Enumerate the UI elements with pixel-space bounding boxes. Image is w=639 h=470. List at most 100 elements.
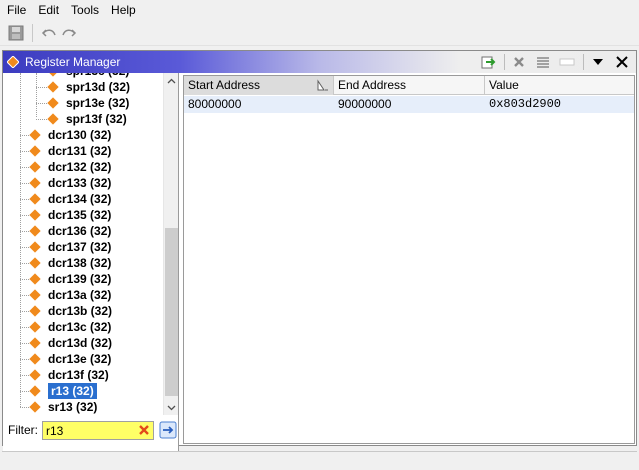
tree-connector <box>36 87 47 88</box>
minimize-icon <box>559 58 575 66</box>
tree-item[interactable]: sr13 (32) <box>29 399 98 415</box>
column-end-address[interactable]: End Address <box>334 76 485 95</box>
panel-header: Register Manager <box>3 51 636 73</box>
tree-connector <box>20 199 29 200</box>
menu-edit[interactable]: Edit <box>33 0 66 20</box>
close-button[interactable] <box>612 52 632 72</box>
register-tree[interactable]: spr13c (32)spr13d (32)spr13e (32)spr13f … <box>3 73 163 415</box>
export-icon <box>481 56 496 69</box>
tree-item-label: sr13 (32) <box>48 400 98 414</box>
column-start-address[interactable]: Start Address <box>184 76 334 95</box>
tree-item[interactable]: r13 (32) <box>29 383 97 399</box>
tree-connector <box>20 343 29 344</box>
header-separator <box>504 54 505 70</box>
register-icon <box>29 225 41 237</box>
list-button[interactable] <box>533 52 553 72</box>
tree-item-label: dcr135 (32) <box>48 208 112 222</box>
register-icon <box>29 129 41 141</box>
tree-item-label: spr13f (32) <box>66 112 127 126</box>
tree-connector <box>20 279 29 280</box>
undo-button[interactable] <box>39 23 59 43</box>
tree-item-label: dcr13e (32) <box>48 352 112 366</box>
tree-item[interactable]: dcr139 (32) <box>29 271 112 287</box>
menu-file[interactable]: File <box>2 0 33 20</box>
sort-icon <box>317 79 328 91</box>
table-header: Start Address End Address Value <box>184 76 634 95</box>
register-icon <box>29 257 41 269</box>
tree-item[interactable]: dcr132 (32) <box>29 159 112 175</box>
minimize-button[interactable] <box>557 52 577 72</box>
column-label: Start Address <box>188 78 261 92</box>
tree-connector <box>36 103 47 104</box>
scroll-down-button[interactable] <box>164 400 179 415</box>
main-toolbar <box>0 20 639 46</box>
tree-connector <box>20 247 29 248</box>
scroll-up-button[interactable] <box>164 73 179 88</box>
tree-scrollbar[interactable] <box>163 73 178 415</box>
tree-item[interactable]: dcr130 (32) <box>29 127 112 143</box>
tree-item[interactable]: dcr135 (32) <box>29 207 112 223</box>
panel-title: Register Manager <box>25 55 121 69</box>
tree-item[interactable]: spr13d (32) <box>47 79 131 95</box>
tree-item[interactable]: dcr13d (32) <box>29 335 113 351</box>
tree-item[interactable]: dcr133 (32) <box>29 175 111 191</box>
apply-filter-icon[interactable] <box>159 421 177 439</box>
delete-button[interactable] <box>509 52 529 72</box>
tree-item-label: dcr13b (32) <box>48 304 113 318</box>
tree-item-label: dcr13f (32) <box>48 368 109 382</box>
tree-item-label: dcr13d (32) <box>48 336 113 350</box>
tree-connector <box>20 375 29 376</box>
register-icon <box>29 385 41 397</box>
tree-item-label: spr13d (32) <box>66 80 131 94</box>
chevron-up-icon <box>167 78 176 83</box>
menu-help[interactable]: Help <box>106 0 143 20</box>
tree-item[interactable]: spr13e (32) <box>47 95 129 111</box>
filter-value: r13 <box>46 423 64 438</box>
cell-end-address: 90000000 <box>338 97 392 111</box>
tree-item-label: dcr130 (32) <box>48 128 112 142</box>
tree-item[interactable]: dcr13a (32) <box>29 287 111 303</box>
register-manager-panel: Register Manager spr13d (32) spr13e (32)… <box>2 50 637 465</box>
tree-item[interactable]: spr13f (32) <box>47 111 127 127</box>
export-button[interactable] <box>478 52 498 72</box>
tree-item[interactable]: dcr13f (32) <box>29 367 109 383</box>
filter-input[interactable]: r13 <box>42 420 154 440</box>
status-bar <box>2 451 637 468</box>
tree-connector <box>20 359 29 360</box>
tree-connector <box>20 311 29 312</box>
redo-button[interactable] <box>59 23 79 43</box>
clear-filter-icon[interactable] <box>138 424 150 436</box>
cell-start-address: 80000000 <box>188 97 242 111</box>
tree-item[interactable]: dcr13c (32) <box>29 319 111 335</box>
register-icon <box>29 273 41 285</box>
delete-icon <box>514 57 524 67</box>
tree-item-label: dcr139 (32) <box>48 272 112 286</box>
column-value[interactable]: Value <box>485 76 634 95</box>
tree-item[interactable]: dcr13b (32) <box>29 303 113 319</box>
tree-item[interactable]: dcr131 (32) <box>29 143 111 159</box>
scroll-thumb[interactable] <box>165 228 178 396</box>
menu-bar: File Edit Tools Help <box>0 0 639 20</box>
view-menu-button[interactable] <box>588 52 608 72</box>
tree-item[interactable]: dcr138 (32) <box>29 255 111 271</box>
tree-item[interactable]: dcr13e (32) <box>29 351 112 367</box>
tree-item[interactable]: dcr137 (32) <box>29 239 111 255</box>
menu-tools[interactable]: Tools <box>66 0 106 20</box>
cell-value: 0x803d2900 <box>489 97 562 111</box>
tree-item[interactable]: dcr134 (32) <box>29 191 112 207</box>
tree-item[interactable]: dcr136 (32) <box>29 223 111 239</box>
header-separator <box>583 54 584 70</box>
tree-connector <box>20 407 29 408</box>
save-button[interactable] <box>6 23 26 43</box>
table-row[interactable]: 80000000 90000000 0x803d2900 <box>184 96 634 113</box>
tree-connector <box>20 215 29 216</box>
register-icon <box>47 97 59 109</box>
tree-connector <box>36 119 47 120</box>
register-icon <box>29 241 41 253</box>
tree-item-label: dcr132 (32) <box>48 160 112 174</box>
register-icon <box>29 193 41 205</box>
tree-item-label: dcr134 (32) <box>48 192 112 206</box>
filter-row: Filter: r13 <box>3 419 179 441</box>
redo-icon <box>62 28 77 37</box>
address-table: Start Address End Address Value 80000000… <box>183 75 635 444</box>
